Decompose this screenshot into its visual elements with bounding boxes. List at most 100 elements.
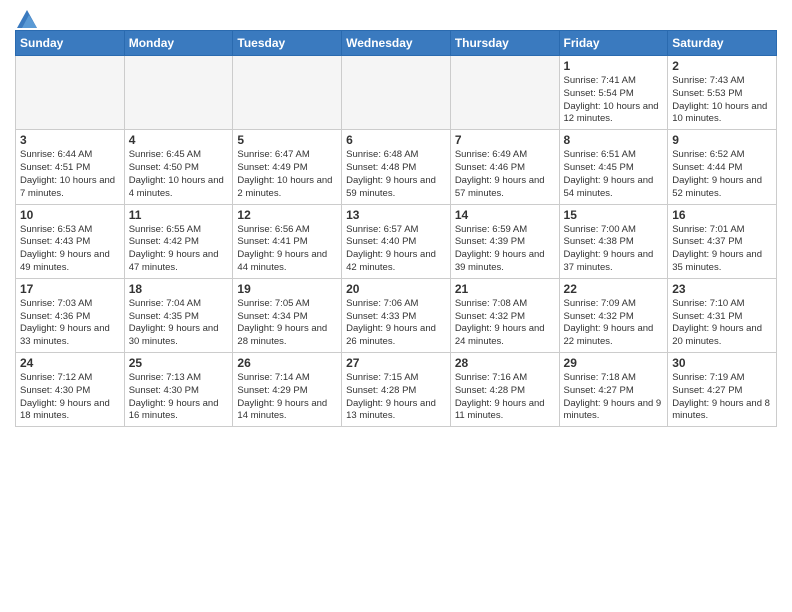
- day-header-thursday: Thursday: [450, 31, 559, 56]
- day-number: 12: [237, 208, 337, 222]
- calendar-cell: 3 Sunrise: 6:44 AM Sunset: 4:51 PM Daylig…: [16, 130, 125, 204]
- calendar-cell: 30 Sunrise: 7:19 AM Sunset: 4:27 PM Dayli…: [668, 353, 777, 427]
- day-number: 23: [672, 282, 772, 296]
- calendar-cell: 22Sunrise: 7:09 AM Sunset: 4:32 PM Dayli…: [559, 278, 668, 352]
- calendar-cell: [233, 56, 342, 130]
- day-info: Sunrise: 7:04 AM Sunset: 4:35 PM Dayligh…: [129, 298, 229, 349]
- day-number: 15: [564, 208, 664, 222]
- calendar-cell: [342, 56, 451, 130]
- day-number: 17: [20, 282, 120, 296]
- day-number: 1: [564, 59, 664, 73]
- calendar-cell: 28 Sunrise: 7:16 AM Sunset: 4:28 PM Dayli…: [450, 353, 559, 427]
- week-row-1: 3 Sunrise: 6:44 AM Sunset: 4:51 PM Daylig…: [16, 130, 777, 204]
- week-row-4: 24 Sunrise: 7:12 AM Sunset: 4:30 PM Dayli…: [16, 353, 777, 427]
- day-header-sunday: Sunday: [16, 31, 125, 56]
- day-info: Sunrise: 7:16 AM Sunset: 4:28 PM Dayligh…: [455, 372, 555, 423]
- day-info: Sunrise: 6:48 AM Sunset: 4:48 PM Dayligh…: [346, 149, 446, 200]
- day-header-saturday: Saturday: [668, 31, 777, 56]
- calendar-cell: 24 Sunrise: 7:12 AM Sunset: 4:30 PM Dayli…: [16, 353, 125, 427]
- calendar-cell: 2 Sunrise: 7:43 AM Sunset: 5:53 PM Daylig…: [668, 56, 777, 130]
- page-container: SundayMondayTuesdayWednesdayThursdayFrid…: [0, 0, 792, 437]
- day-number: 24: [20, 356, 120, 370]
- day-info: Sunrise: 7:08 AM Sunset: 4:32 PM Dayligh…: [455, 298, 555, 349]
- day-number: 3: [20, 133, 120, 147]
- calendar-cell: [450, 56, 559, 130]
- day-number: 25: [129, 356, 229, 370]
- day-number: 27: [346, 356, 446, 370]
- calendar-cell: 19 Sunrise: 7:05 AM Sunset: 4:34 PM Dayli…: [233, 278, 342, 352]
- day-info: Sunrise: 6:55 AM Sunset: 4:42 PM Dayligh…: [129, 224, 229, 275]
- day-number: 20: [346, 282, 446, 296]
- day-info: Sunrise: 6:57 AM Sunset: 4:40 PM Dayligh…: [346, 224, 446, 275]
- day-info: Sunrise: 7:10 AM Sunset: 4:31 PM Dayligh…: [672, 298, 772, 349]
- calendar-table: SundayMondayTuesdayWednesdayThursdayFrid…: [15, 30, 777, 427]
- calendar-cell: 27 Sunrise: 7:15 AM Sunset: 4:28 PM Dayli…: [342, 353, 451, 427]
- calendar-cell: 11 Sunrise: 6:55 AM Sunset: 4:42 PM Dayli…: [124, 204, 233, 278]
- day-info: Sunrise: 7:19 AM Sunset: 4:27 PM Dayligh…: [672, 372, 772, 423]
- calendar-cell: 6 Sunrise: 6:48 AM Sunset: 4:48 PM Daylig…: [342, 130, 451, 204]
- calendar-cell: 10 Sunrise: 6:53 AM Sunset: 4:43 PM Dayli…: [16, 204, 125, 278]
- day-info: Sunrise: 7:41 AM Sunset: 5:54 PM Dayligh…: [564, 75, 664, 126]
- header-row: SundayMondayTuesdayWednesdayThursdayFrid…: [16, 31, 777, 56]
- calendar-cell: 21Sunrise: 7:08 AM Sunset: 4:32 PM Dayli…: [450, 278, 559, 352]
- day-info: Sunrise: 7:05 AM Sunset: 4:34 PM Dayligh…: [237, 298, 337, 349]
- day-number: 22: [564, 282, 664, 296]
- day-number: 7: [455, 133, 555, 147]
- logo: [15, 10, 37, 22]
- day-number: 18: [129, 282, 229, 296]
- calendar-cell: 12Sunrise: 6:56 AM Sunset: 4:41 PM Dayli…: [233, 204, 342, 278]
- calendar-cell: 25Sunrise: 7:13 AM Sunset: 4:30 PM Dayli…: [124, 353, 233, 427]
- day-header-friday: Friday: [559, 31, 668, 56]
- day-number: 9: [672, 133, 772, 147]
- day-header-monday: Monday: [124, 31, 233, 56]
- calendar-cell: 23 Sunrise: 7:10 AM Sunset: 4:31 PM Dayli…: [668, 278, 777, 352]
- calendar-cell: 29 Sunrise: 7:18 AM Sunset: 4:27 PM Dayli…: [559, 353, 668, 427]
- day-number: 26: [237, 356, 337, 370]
- day-header-tuesday: Tuesday: [233, 31, 342, 56]
- day-info: Sunrise: 6:52 AM Sunset: 4:44 PM Dayligh…: [672, 149, 772, 200]
- day-info: Sunrise: 6:45 AM Sunset: 4:50 PM Dayligh…: [129, 149, 229, 200]
- day-number: 28: [455, 356, 555, 370]
- day-number: 4: [129, 133, 229, 147]
- day-number: 5: [237, 133, 337, 147]
- day-info: Sunrise: 7:01 AM Sunset: 4:37 PM Dayligh…: [672, 224, 772, 275]
- calendar-cell: 1 Sunrise: 7:41 AM Sunset: 5:54 PM Daylig…: [559, 56, 668, 130]
- day-info: Sunrise: 7:03 AM Sunset: 4:36 PM Dayligh…: [20, 298, 120, 349]
- calendar-cell: 4 Sunrise: 6:45 AM Sunset: 4:50 PM Daylig…: [124, 130, 233, 204]
- day-number: 29: [564, 356, 664, 370]
- day-info: Sunrise: 6:59 AM Sunset: 4:39 PM Dayligh…: [455, 224, 555, 275]
- day-info: Sunrise: 7:06 AM Sunset: 4:33 PM Dayligh…: [346, 298, 446, 349]
- day-number: 6: [346, 133, 446, 147]
- calendar-cell: 15 Sunrise: 7:00 AM Sunset: 4:38 PM Dayli…: [559, 204, 668, 278]
- logo-icon: [17, 10, 37, 28]
- calendar-cell: 20 Sunrise: 7:06 AM Sunset: 4:33 PM Dayli…: [342, 278, 451, 352]
- calendar-cell: 16Sunrise: 7:01 AM Sunset: 4:37 PM Dayli…: [668, 204, 777, 278]
- calendar-cell: 5 Sunrise: 6:47 AM Sunset: 4:49 PM Daylig…: [233, 130, 342, 204]
- day-info: Sunrise: 6:44 AM Sunset: 4:51 PM Dayligh…: [20, 149, 120, 200]
- calendar-cell: 13Sunrise: 6:57 AM Sunset: 4:40 PM Dayli…: [342, 204, 451, 278]
- calendar-cell: 9 Sunrise: 6:52 AM Sunset: 4:44 PM Daylig…: [668, 130, 777, 204]
- day-number: 19: [237, 282, 337, 296]
- calendar-cell: 8 Sunrise: 6:51 AM Sunset: 4:45 PM Daylig…: [559, 130, 668, 204]
- day-number: 2: [672, 59, 772, 73]
- week-row-2: 10 Sunrise: 6:53 AM Sunset: 4:43 PM Dayli…: [16, 204, 777, 278]
- calendar-cell: 18 Sunrise: 7:04 AM Sunset: 4:35 PM Dayli…: [124, 278, 233, 352]
- day-info: Sunrise: 7:15 AM Sunset: 4:28 PM Dayligh…: [346, 372, 446, 423]
- day-number: 8: [564, 133, 664, 147]
- day-header-wednesday: Wednesday: [342, 31, 451, 56]
- day-info: Sunrise: 7:18 AM Sunset: 4:27 PM Dayligh…: [564, 372, 664, 423]
- day-info: Sunrise: 6:53 AM Sunset: 4:43 PM Dayligh…: [20, 224, 120, 275]
- day-info: Sunrise: 7:00 AM Sunset: 4:38 PM Dayligh…: [564, 224, 664, 275]
- day-info: Sunrise: 7:12 AM Sunset: 4:30 PM Dayligh…: [20, 372, 120, 423]
- calendar-cell: 17 Sunrise: 7:03 AM Sunset: 4:36 PM Dayli…: [16, 278, 125, 352]
- day-info: Sunrise: 7:43 AM Sunset: 5:53 PM Dayligh…: [672, 75, 772, 126]
- week-row-0: 1 Sunrise: 7:41 AM Sunset: 5:54 PM Daylig…: [16, 56, 777, 130]
- day-number: 11: [129, 208, 229, 222]
- calendar-cell: 26Sunrise: 7:14 AM Sunset: 4:29 PM Dayli…: [233, 353, 342, 427]
- calendar-cell: 7Sunrise: 6:49 AM Sunset: 4:46 PM Daylig…: [450, 130, 559, 204]
- day-number: 10: [20, 208, 120, 222]
- day-info: Sunrise: 6:51 AM Sunset: 4:45 PM Dayligh…: [564, 149, 664, 200]
- day-number: 30: [672, 356, 772, 370]
- day-info: Sunrise: 6:47 AM Sunset: 4:49 PM Dayligh…: [237, 149, 337, 200]
- calendar-cell: [16, 56, 125, 130]
